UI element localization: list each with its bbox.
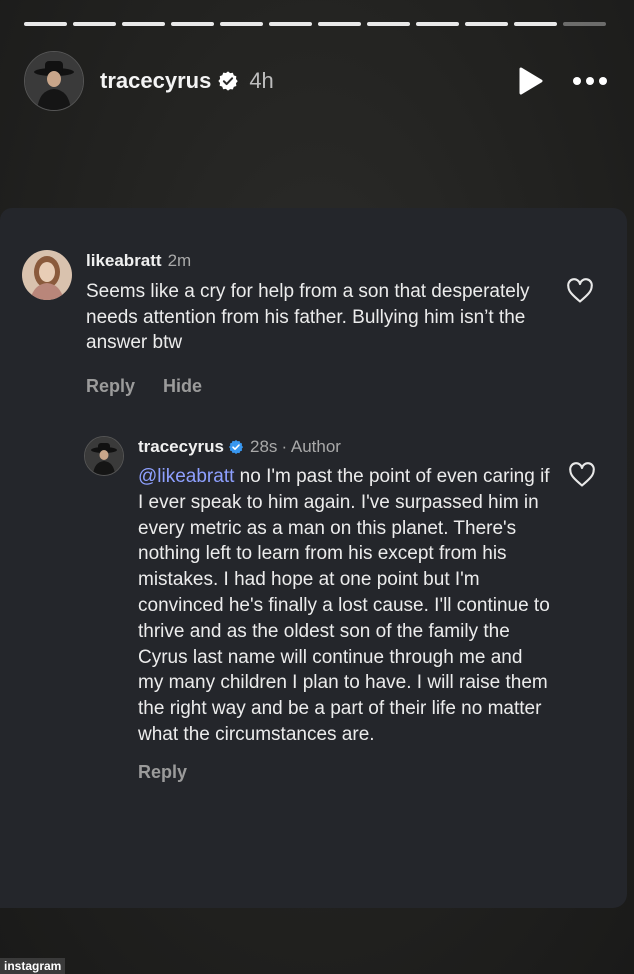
progress-segment [122,22,165,26]
progress-segment [465,22,508,26]
author-tag: · Author [281,437,341,456]
progress-segment [24,22,67,26]
like-heart-icon[interactable] [566,278,594,309]
verified-badge-icon [228,439,244,455]
more-horizontal-icon [573,77,607,85]
play-button[interactable] [510,61,550,101]
profile-photo-icon [22,250,72,300]
reply-age: 28s [250,437,278,456]
reply-author-avatar[interactable] [84,436,124,476]
commenter-avatar[interactable] [22,250,72,300]
more-options-button[interactable] [570,61,610,101]
progress-segment [73,22,116,26]
comment-actions: Reply Hide [86,376,556,397]
hide-button[interactable]: Hide [163,376,202,397]
reply-actions: Reply [138,762,553,783]
story-header: tracecyrus 4h [24,51,610,111]
reply-text-content: no I'm past the point of even caring if … [138,466,550,745]
story-progress-bar [24,22,606,26]
comment-text: Seems like a cry for help from a son tha… [86,281,530,353]
story-age: 4h [249,68,274,93]
reply-button[interactable]: Reply [86,376,135,397]
reply-username[interactable]: tracecyrus [138,436,224,458]
reply-text: @likeabratt no I'm past the point of eve… [138,464,553,748]
play-icon [519,67,543,95]
author-username[interactable]: tracecyrus [100,68,211,94]
progress-segment-current [563,22,606,26]
reply-meta: tracecyrus 28s · Author [138,436,553,458]
progress-segment [220,22,263,26]
verified-badge-icon [217,70,239,92]
progress-segment [416,22,459,26]
cowboy-avatar-icon [85,437,123,475]
comment-age: 2m [167,251,192,270]
reply-body: tracecyrus 28s · Author @likeabratt no I… [138,436,553,783]
comment-meta: likeabratt 2m [86,250,556,272]
progress-segment [318,22,361,26]
comment-card: likeabratt 2m Seems like a cry for help … [0,208,627,908]
reply-button[interactable]: Reply [138,762,187,783]
progress-segment [367,22,410,26]
like-heart-icon[interactable] [568,462,596,493]
comment-username[interactable]: likeabratt [86,250,162,272]
cowboy-avatar-icon [25,52,83,110]
progress-segment [514,22,557,26]
comment-body: likeabratt 2m Seems like a cry for help … [86,250,556,397]
author-avatar[interactable] [24,51,84,111]
source-watermark: instagram [0,958,66,974]
mention-link[interactable]: @likeabratt [138,466,234,487]
progress-segment [171,22,214,26]
progress-segment [269,22,312,26]
